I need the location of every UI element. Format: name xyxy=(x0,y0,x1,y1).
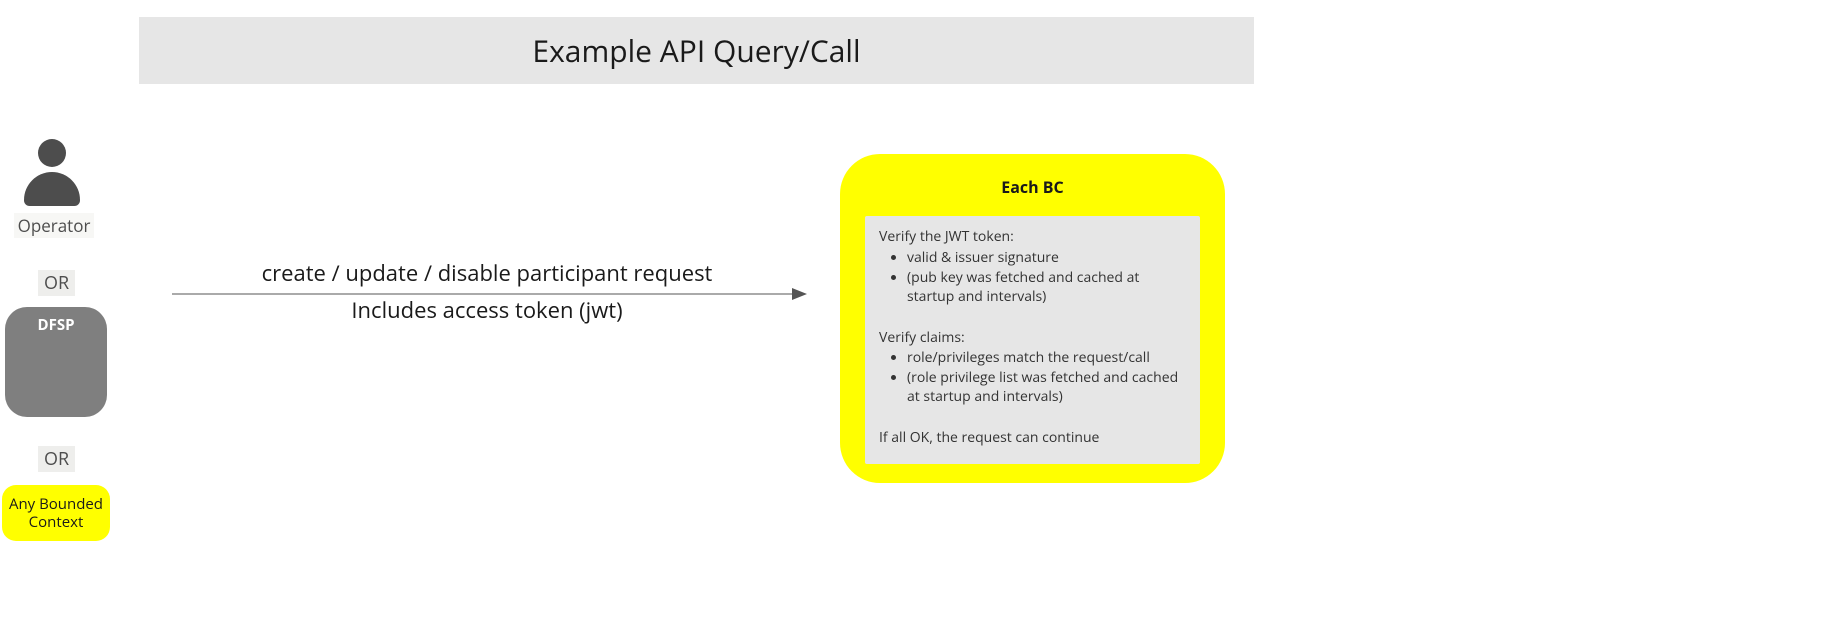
each-bc-title: Each BC xyxy=(865,176,1200,198)
each-bc-box: Each BC Verify the JWT token: valid & is… xyxy=(840,154,1225,483)
verify-token-heading: Verify the JWT token: xyxy=(879,228,1186,247)
verify-claims-heading: Verify claims: xyxy=(879,329,1186,348)
or-separator-1: OR xyxy=(38,270,75,296)
verify-claims-list: role/privileges match the request/call (… xyxy=(879,349,1186,407)
operator-label: Operator xyxy=(14,213,94,238)
list-item: (role privilege list was fetched and cac… xyxy=(907,369,1186,407)
dfsp-label: DFSP xyxy=(37,315,74,335)
title-bar: Example API Query/Call xyxy=(139,17,1254,84)
diagram-title: Example API Query/Call xyxy=(532,30,860,71)
list-item: (pub key was fetched and cached at start… xyxy=(907,269,1186,307)
any-bounded-context-label: Any Bounded Context xyxy=(2,495,110,531)
list-item: role/privileges match the request/call xyxy=(907,349,1186,368)
dfsp-box: DFSP xyxy=(5,307,107,417)
arrow-label-bottom: Includes access token (jwt) xyxy=(172,295,802,325)
list-item: valid & issuer signature xyxy=(907,249,1186,268)
operator-icon xyxy=(22,139,82,209)
verify-token-list: valid & issuer signature (pub key was fe… xyxy=(879,249,1186,307)
or-separator-2: OR xyxy=(38,446,75,472)
any-bounded-context-box: Any Bounded Context xyxy=(2,485,110,541)
bc-footer-text: If all OK, the request can continue xyxy=(879,429,1186,448)
each-bc-body: Verify the JWT token: valid & issuer sig… xyxy=(865,216,1200,464)
